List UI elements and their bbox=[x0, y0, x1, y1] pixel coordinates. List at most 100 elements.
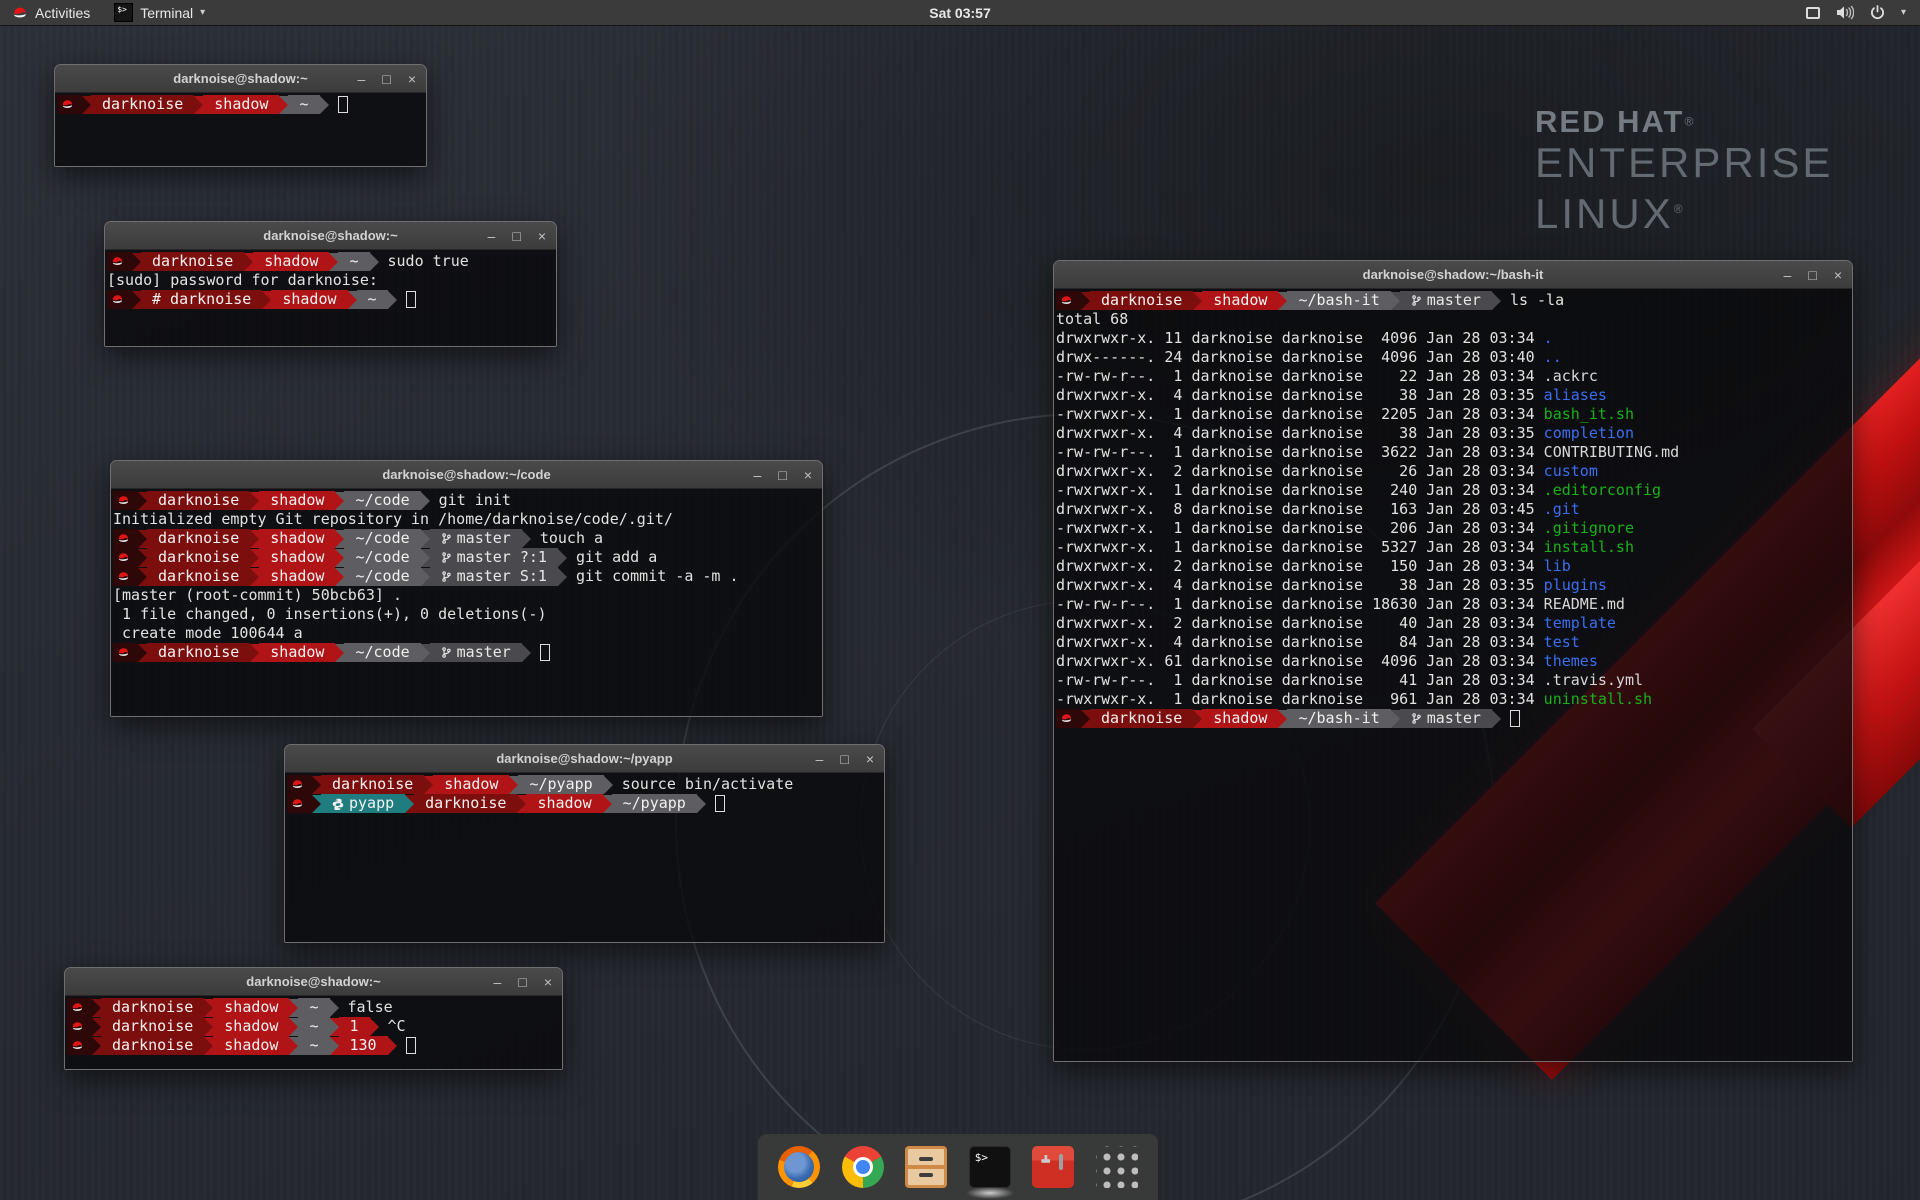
window-titlebar[interactable]: darknoise@shadow:~–□× bbox=[65, 968, 562, 996]
window-controls: – □ × bbox=[816, 745, 874, 773]
powerline-separator bbox=[204, 1037, 213, 1055]
minimize-button[interactable]: – bbox=[1784, 268, 1792, 282]
terminal-content[interactable]: darknoiseshadow~/codegit initInitialized… bbox=[111, 489, 822, 716]
terminal-cursor bbox=[338, 96, 348, 113]
powerline-separator bbox=[312, 776, 321, 794]
dock-item-firefox[interactable] bbox=[776, 1144, 822, 1190]
ls-output-line: -rwxrwxr-x. 1 darknoise darknoise 2205 J… bbox=[1056, 405, 1852, 424]
redhat-icon bbox=[111, 294, 124, 305]
maximize-button[interactable]: □ bbox=[518, 975, 526, 989]
minimize-button[interactable]: – bbox=[494, 975, 502, 989]
minimize-button[interactable]: – bbox=[816, 752, 824, 766]
powerline-separator bbox=[348, 291, 357, 309]
prompt-line: darknoiseshadow~/codegit init bbox=[113, 491, 822, 510]
window-titlebar[interactable]: darknoise@shadow:~/pyapp–□× bbox=[285, 745, 884, 773]
prompt-segment-path: ~ bbox=[298, 998, 329, 1017]
terminal-content[interactable]: darknoiseshadow~/bash-itmasterls -latota… bbox=[1054, 289, 1852, 1061]
close-button[interactable]: × bbox=[544, 975, 552, 989]
close-button[interactable]: × bbox=[408, 72, 416, 86]
powerline-separator bbox=[289, 999, 298, 1017]
git-branch-icon bbox=[441, 550, 452, 565]
terminal-window-6: darknoise@shadow:~/bash-it–□×darknoisesh… bbox=[1053, 260, 1853, 1062]
window-titlebar[interactable]: darknoise@shadow:~–□× bbox=[55, 65, 426, 93]
powerline-separator bbox=[244, 253, 253, 271]
maximize-button[interactable]: □ bbox=[778, 468, 786, 482]
file-attributes: -rwxrwxr-x. 1 darknoise darknoise 961 Ja… bbox=[1056, 690, 1544, 708]
redhat-icon bbox=[117, 495, 130, 506]
file-attributes: -rwxrwxr-x. 1 darknoise darknoise 240 Ja… bbox=[1056, 481, 1544, 499]
prompt-segment-hat bbox=[107, 290, 132, 309]
maximize-button[interactable]: □ bbox=[1808, 268, 1816, 282]
prompt-segment-hat bbox=[1056, 291, 1081, 310]
terminal-content[interactable]: darknoiseshadow~falsedarknoiseshadow~1^C… bbox=[65, 996, 562, 1069]
maximize-button[interactable]: □ bbox=[840, 752, 848, 766]
prompt-segment-path: ~/code bbox=[344, 548, 420, 567]
system-status-area[interactable]: ▾ bbox=[1798, 0, 1914, 26]
terminal-content[interactable]: darknoiseshadow~ bbox=[55, 93, 426, 166]
file-attributes: -rw-rw-r--. 1 darknoise darknoise 22 Jan… bbox=[1056, 367, 1544, 385]
window-titlebar[interactable]: darknoise@shadow:~–□× bbox=[105, 222, 556, 250]
powerline-separator bbox=[1081, 292, 1090, 310]
redhat-icon bbox=[71, 1040, 84, 1051]
minimize-button[interactable]: – bbox=[488, 229, 496, 243]
clock[interactable]: Sat 03:57 bbox=[929, 5, 990, 21]
ls-output-line: -rw-rw-r--. 1 darknoise darknoise 3622 J… bbox=[1056, 443, 1852, 462]
redhat-logo-icon bbox=[12, 6, 28, 20]
redhat-icon bbox=[117, 571, 130, 582]
window-controls: – □ × bbox=[488, 222, 546, 250]
powerline-separator bbox=[1193, 710, 1202, 728]
dock-item-files[interactable] bbox=[903, 1144, 949, 1190]
file-name: lib bbox=[1544, 557, 1571, 575]
powerline-separator bbox=[138, 530, 147, 548]
app-menu-terminal[interactable]: $> Terminal ▾ bbox=[102, 0, 217, 26]
prompt-segment-hat bbox=[113, 548, 138, 567]
prompt-line: darknoiseshadow~false bbox=[67, 998, 562, 1017]
power-icon bbox=[1870, 5, 1885, 20]
window-titlebar[interactable]: darknoise@shadow:~/bash-it–□× bbox=[1054, 261, 1852, 289]
close-button[interactable]: × bbox=[1834, 268, 1842, 282]
powerline-separator bbox=[329, 253, 338, 271]
activities-button[interactable]: Activities bbox=[0, 0, 102, 26]
close-button[interactable]: × bbox=[538, 229, 546, 243]
powerline-separator bbox=[262, 291, 271, 309]
powerline-separator bbox=[92, 1018, 101, 1036]
git-branch-icon bbox=[441, 645, 452, 660]
terminal-content[interactable]: darknoiseshadow~/pyappsource bin/activat… bbox=[285, 773, 884, 942]
output-line: total 68 bbox=[1056, 310, 1852, 329]
prompt-segment-host: shadow bbox=[259, 643, 335, 662]
close-button[interactable]: × bbox=[804, 468, 812, 482]
terminal-window-2: darknoise@shadow:~–□×darknoiseshadow~sud… bbox=[104, 221, 557, 347]
file-name: .travis.yml bbox=[1544, 671, 1643, 689]
file-attributes: drwxrwxr-x. 8 darknoise darknoise 163 Ja… bbox=[1056, 500, 1544, 518]
command-text: touch a bbox=[540, 529, 603, 548]
prompt-segment-path: ~ bbox=[288, 95, 319, 114]
chevron-down-icon: ▾ bbox=[1901, 7, 1906, 18]
minimize-button[interactable]: – bbox=[358, 72, 366, 86]
window-titlebar[interactable]: darknoise@shadow:~/code–□× bbox=[111, 461, 822, 489]
dock-item-toolbox[interactable] bbox=[1030, 1144, 1076, 1190]
ls-output-line: drwxrwxr-x. 2 darknoise darknoise 40 Jan… bbox=[1056, 614, 1852, 633]
prompt-segment-path: ~/code bbox=[344, 643, 420, 662]
powerline-separator bbox=[250, 644, 259, 662]
file-name: .gitignore bbox=[1544, 519, 1634, 537]
dock-item-grid[interactable] bbox=[1094, 1144, 1140, 1190]
ls-output-line: drwxrwxr-x. 4 darknoise darknoise 38 Jan… bbox=[1056, 576, 1852, 595]
dock-item-chrome[interactable] bbox=[840, 1144, 886, 1190]
file-attributes: -rw-rw-r--. 1 darknoise darknoise 18630 … bbox=[1056, 595, 1544, 613]
terminal-content[interactable]: darknoiseshadow~sudo true[sudo] password… bbox=[105, 250, 556, 346]
ls-output-line: drwxrwxr-x. 4 darknoise darknoise 38 Jan… bbox=[1056, 386, 1852, 405]
dock-item-terminal[interactable]: $> bbox=[967, 1144, 1013, 1190]
maximize-button[interactable]: □ bbox=[512, 229, 520, 243]
prompt-segment-user: darknoise bbox=[147, 643, 250, 662]
terminal-cursor bbox=[1510, 710, 1520, 727]
ls-output-line: drwx------. 24 darknoise darknoise 4096 … bbox=[1056, 348, 1852, 367]
prompt-segment-path: ~/bash-it bbox=[1287, 291, 1390, 310]
ls-output-line: drwxrwxr-x. 11 darknoise darknoise 4096 … bbox=[1056, 329, 1852, 348]
powerline-separator bbox=[421, 549, 430, 567]
close-button[interactable]: × bbox=[866, 752, 874, 766]
minimize-button[interactable]: – bbox=[754, 468, 762, 482]
prompt-segment-hat bbox=[287, 775, 312, 794]
prompt-segment-host: shadow bbox=[203, 95, 279, 114]
prompt-segment-host: shadow bbox=[259, 491, 335, 510]
maximize-button[interactable]: □ bbox=[382, 72, 390, 86]
